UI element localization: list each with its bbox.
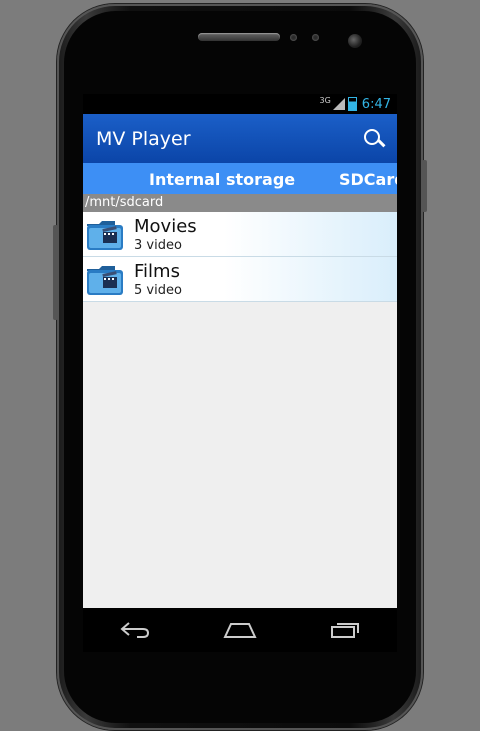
app-bar: MV Player xyxy=(83,114,397,163)
back-icon[interactable] xyxy=(115,618,155,642)
proximity-sensor xyxy=(290,34,297,41)
app-title: MV Player xyxy=(96,127,191,150)
earpiece-speaker xyxy=(198,33,280,41)
search-icon[interactable] xyxy=(364,128,386,149)
tab-internal-storage[interactable]: Internal storage xyxy=(149,170,295,189)
network-type: 3G xyxy=(319,95,331,105)
folder-name: Films xyxy=(134,261,180,282)
front-camera xyxy=(348,34,362,48)
screen: 3G 6:47 MV Player Internal storage SDCar… xyxy=(83,94,397,608)
video-folder-icon xyxy=(87,221,123,250)
navigation-bar xyxy=(83,608,397,652)
light-sensor xyxy=(312,34,319,41)
folder-name: Movies xyxy=(134,216,197,237)
video-count: 5 video xyxy=(134,283,182,298)
recent-apps-icon[interactable] xyxy=(325,618,365,642)
home-icon[interactable] xyxy=(220,618,260,642)
video-folder-icon xyxy=(87,266,123,295)
video-count: 3 video xyxy=(134,238,182,253)
status-bar: 3G 6:47 xyxy=(83,94,397,114)
battery-icon xyxy=(347,97,357,111)
tab-sdcard[interactable]: SDCard xyxy=(339,170,397,189)
clock: 6:47 xyxy=(361,96,391,112)
list-item-movies[interactable]: Movies 3 video xyxy=(83,212,397,257)
volume-button xyxy=(53,225,58,320)
path-breadcrumb: /mnt/sdcard xyxy=(83,194,397,212)
signal-icon xyxy=(332,98,345,110)
list-item-films[interactable]: Films 5 video xyxy=(83,257,397,302)
storage-tabs: Internal storage SDCard xyxy=(83,163,397,194)
power-button xyxy=(422,160,427,212)
